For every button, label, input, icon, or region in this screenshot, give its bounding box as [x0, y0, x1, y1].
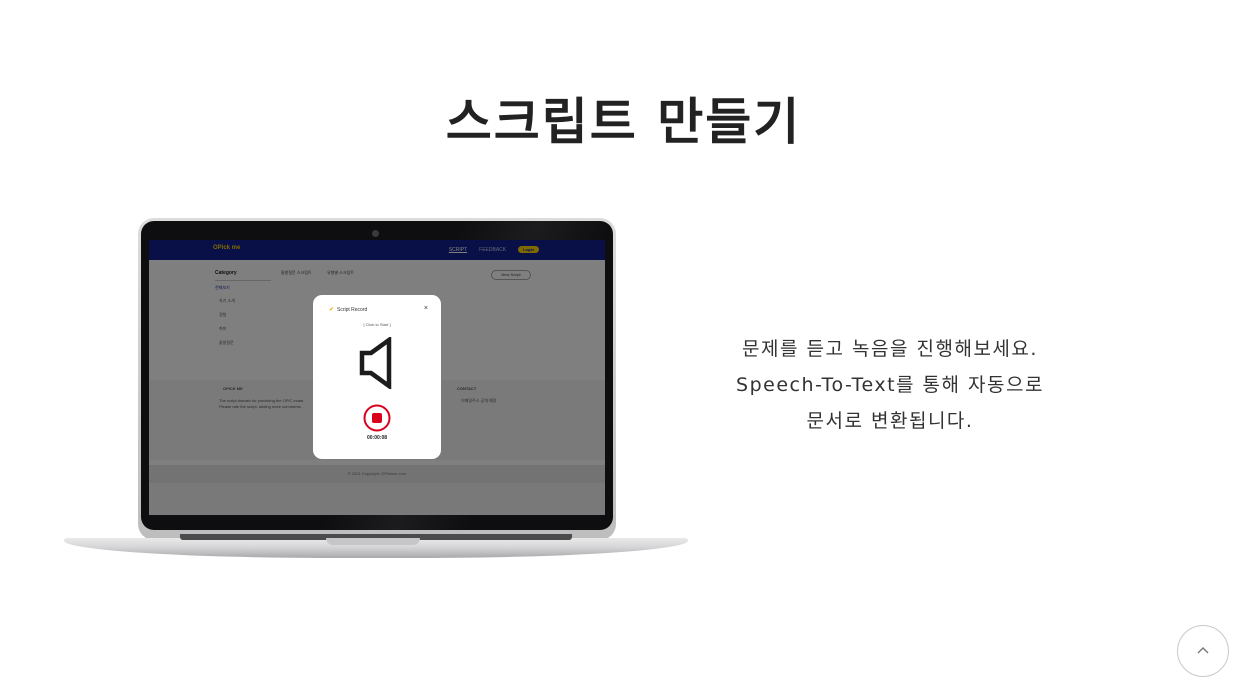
- record-stop-icon: [363, 404, 391, 432]
- laptop-notch: [326, 538, 420, 545]
- record-modal: ✔ Script Record × [ Click to Start ] 00:…: [313, 295, 441, 459]
- description-line: 문서로 변환됩니다.: [806, 410, 974, 432]
- description-line: Speech-To-Text를 통해 자동으로: [736, 374, 1044, 396]
- description-line: 문제를 듣고 녹음을 진행해보세요.: [742, 338, 1038, 360]
- page-title: 스크립트 만들기: [445, 93, 802, 151]
- laptop-bezel: OPick me SCRIPT FEEDBACK Login Category …: [141, 221, 613, 530]
- modal-title: Script Record: [337, 307, 368, 313]
- record-timer: 00:00:08: [366, 435, 387, 441]
- laptop-lid: OPick me SCRIPT FEEDBACK Login Category …: [138, 218, 616, 540]
- laptop-screen: OPick me SCRIPT FEEDBACK Login Category …: [149, 240, 605, 515]
- close-icon: ×: [423, 305, 428, 312]
- modal-subtitle: [ Click to Start ]: [363, 322, 391, 327]
- speaker-muted-icon: [359, 337, 392, 389]
- feature-description: 문제를 듣고 녹음을 진행해보세요. Speech-To-Text를 통해 자동…: [700, 331, 1080, 439]
- chevron-up-icon: [1197, 647, 1209, 654]
- scroll-top-button[interactable]: [1177, 625, 1229, 677]
- check-icon: ✔: [329, 307, 335, 313]
- laptop-mockup: OPick me SCRIPT FEEDBACK Login Category …: [64, 218, 688, 562]
- camera-dot: [372, 230, 379, 237]
